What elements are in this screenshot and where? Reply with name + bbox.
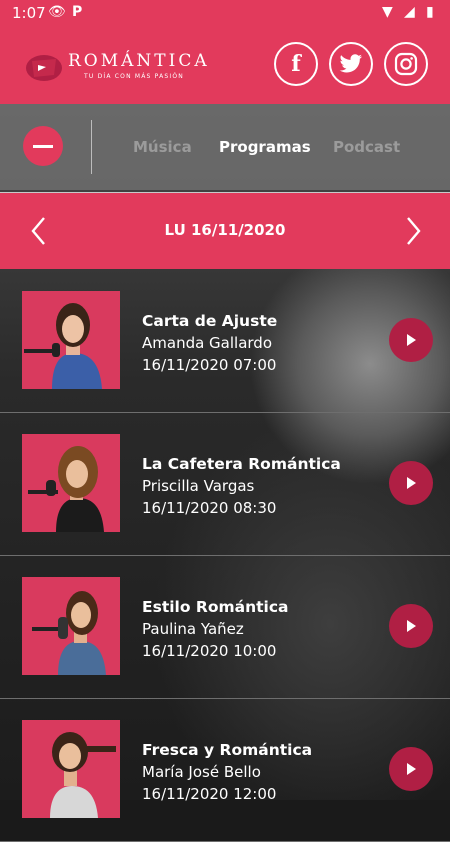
program-info: Fresca y Romántica María José Bello 16/1… — [142, 739, 312, 805]
twitter-button[interactable] — [329, 42, 373, 86]
facebook-button[interactable]: f — [274, 42, 318, 86]
program-title: Fresca y Romántica — [142, 741, 313, 759]
program-info: Estilo Romántica Paulina Yañez 16/11/202… — [142, 596, 289, 662]
host-photo — [22, 577, 120, 675]
current-date: LU 16/11/2020 — [164, 221, 286, 239]
play-icon — [407, 334, 416, 346]
tab-musica[interactable]: Música — [133, 138, 192, 156]
logo-tagline: TU DÍA CON MÁS PASIÓN — [84, 73, 184, 80]
program-list: Carta de Ajuste Amanda Gallardo 16/11/20… — [0, 270, 450, 842]
instagram-icon — [394, 52, 418, 76]
program-title: La Cafetera Romántica — [142, 455, 341, 473]
play-button[interactable] — [389, 461, 433, 505]
app-header: ROMÁNTICA TU DÍA CON MÁS PASIÓN f — [0, 26, 450, 104]
play-icon — [407, 620, 416, 632]
twitter-icon — [339, 54, 363, 73]
program-host: María José Bello — [142, 763, 261, 781]
play-button[interactable] — [389, 747, 433, 791]
logo-mark-icon — [26, 55, 62, 81]
collapse-button[interactable] — [23, 126, 63, 166]
program-title: Estilo Romántica — [142, 598, 289, 616]
program-host: Paulina Yañez — [142, 620, 244, 638]
program-host: Amanda Gallardo — [142, 334, 272, 352]
facebook-icon: f — [291, 51, 301, 77]
tab-programas[interactable]: Programas — [219, 138, 311, 156]
program-host: Priscilla Vargas — [142, 477, 255, 495]
program-row[interactable]: La Cafetera Romántica Priscilla Vargas 1… — [0, 413, 450, 556]
play-icon — [407, 477, 416, 489]
program-title: Carta de Ajuste — [142, 312, 278, 330]
program-row[interactable]: Fresca y Romántica María José Bello 16/1… — [0, 699, 450, 842]
program-datetime: 16/11/2020 08:30 — [142, 499, 277, 517]
program-datetime: 16/11/2020 12:00 — [142, 785, 277, 803]
date-navigator: LU 16/11/2020 — [0, 192, 450, 269]
logo-name: ROMÁNTICA — [68, 51, 210, 71]
instagram-button[interactable] — [384, 42, 428, 86]
program-info: La Cafetera Romántica Priscilla Vargas 1… — [142, 453, 341, 519]
host-photo — [22, 434, 120, 532]
battery-icon: ▮ — [426, 4, 434, 20]
play-button[interactable] — [389, 318, 433, 362]
minus-icon — [33, 144, 53, 148]
section-tabs: Música Programas Podcast — [0, 104, 450, 190]
tab-podcast[interactable]: Podcast — [333, 138, 400, 156]
status-bar: 1:07 👁 P ▼ ◢ ▮ — [0, 0, 450, 26]
status-time: 1:07 — [12, 4, 46, 22]
program-datetime: 16/11/2020 10:00 — [142, 642, 277, 660]
eye-icon: 👁 — [48, 4, 66, 20]
program-row[interactable]: Carta de Ajuste Amanda Gallardo 16/11/20… — [0, 270, 450, 413]
program-row[interactable]: Estilo Romántica Paulina Yañez 16/11/202… — [0, 556, 450, 699]
tab-divider — [91, 120, 92, 174]
program-datetime: 16/11/2020 07:00 — [142, 356, 277, 374]
play-icon — [407, 763, 416, 775]
next-day-button[interactable] — [402, 215, 424, 247]
program-info: Carta de Ajuste Amanda Gallardo 16/11/20… — [142, 310, 277, 376]
p-icon: P — [72, 4, 83, 20]
host-photo — [22, 720, 120, 818]
wifi-icon: ▼ — [382, 4, 393, 20]
signal-icon: ◢ — [404, 4, 415, 20]
host-photo — [22, 291, 120, 389]
romantica-logo[interactable]: ROMÁNTICA TU DÍA CON MÁS PASIÓN — [24, 51, 207, 91]
play-button[interactable] — [389, 604, 433, 648]
